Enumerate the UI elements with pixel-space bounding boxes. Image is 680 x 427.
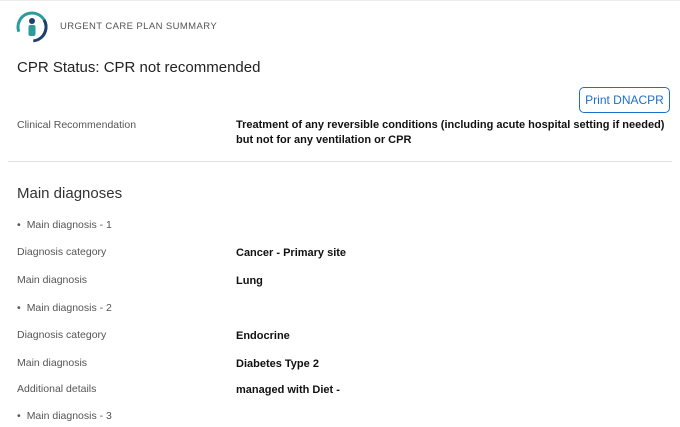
main-diagnosis-label: Main diagnosis bbox=[17, 357, 88, 369]
diagnosis-heading-label: Main diagnosis - 1 bbox=[26, 219, 112, 231]
diagnosis-category-label: Diagnosis category bbox=[17, 246, 107, 258]
print-dnacpr-button[interactable]: Print DNACPR bbox=[579, 87, 670, 113]
diagnosis-heading: • Main diagnosis - 2 bbox=[17, 301, 112, 315]
page-header: URGENT CARE PLAN SUMMARY bbox=[0, 0, 680, 52]
main-diagnosis-value: Lung bbox=[236, 275, 263, 287]
care-plan-logo-icon bbox=[16, 11, 48, 43]
diagnosis-heading-label: Main diagnosis - 3 bbox=[26, 410, 112, 422]
additional-details-label: Additional details bbox=[17, 383, 97, 395]
main-diagnosis-value: Diabetes Type 2 bbox=[236, 358, 319, 370]
main-diagnosis-label: Main diagnosis bbox=[17, 274, 88, 286]
main-diagnoses-title: Main diagnoses bbox=[17, 185, 123, 202]
clinical-recommendation-value: Treatment of any reversible conditions (… bbox=[236, 119, 665, 146]
clinical-recommendation-label: Clinical Recommendation bbox=[17, 119, 137, 131]
diagnosis-heading-label: Main diagnosis - 2 bbox=[26, 302, 112, 314]
bullet-icon: • bbox=[17, 410, 21, 422]
diagnosis-category-label: Diagnosis category bbox=[17, 329, 107, 341]
diagnosis-heading: • Main diagnosis - 3 bbox=[17, 409, 112, 423]
bullet-icon: • bbox=[17, 219, 21, 231]
additional-details-value: managed with Diet - bbox=[236, 384, 340, 396]
header-title: URGENT CARE PLAN SUMMARY bbox=[60, 21, 218, 32]
diagnosis-heading: • Main diagnosis - 1 bbox=[17, 218, 112, 232]
bullet-icon: • bbox=[17, 302, 21, 314]
diagnosis-category-value: Cancer - Primary site bbox=[236, 247, 347, 259]
cpr-status-heading: CPR Status: CPR not recommended bbox=[17, 59, 261, 76]
section-divider bbox=[8, 161, 672, 162]
diagnosis-category-value: Endocrine bbox=[236, 330, 290, 342]
